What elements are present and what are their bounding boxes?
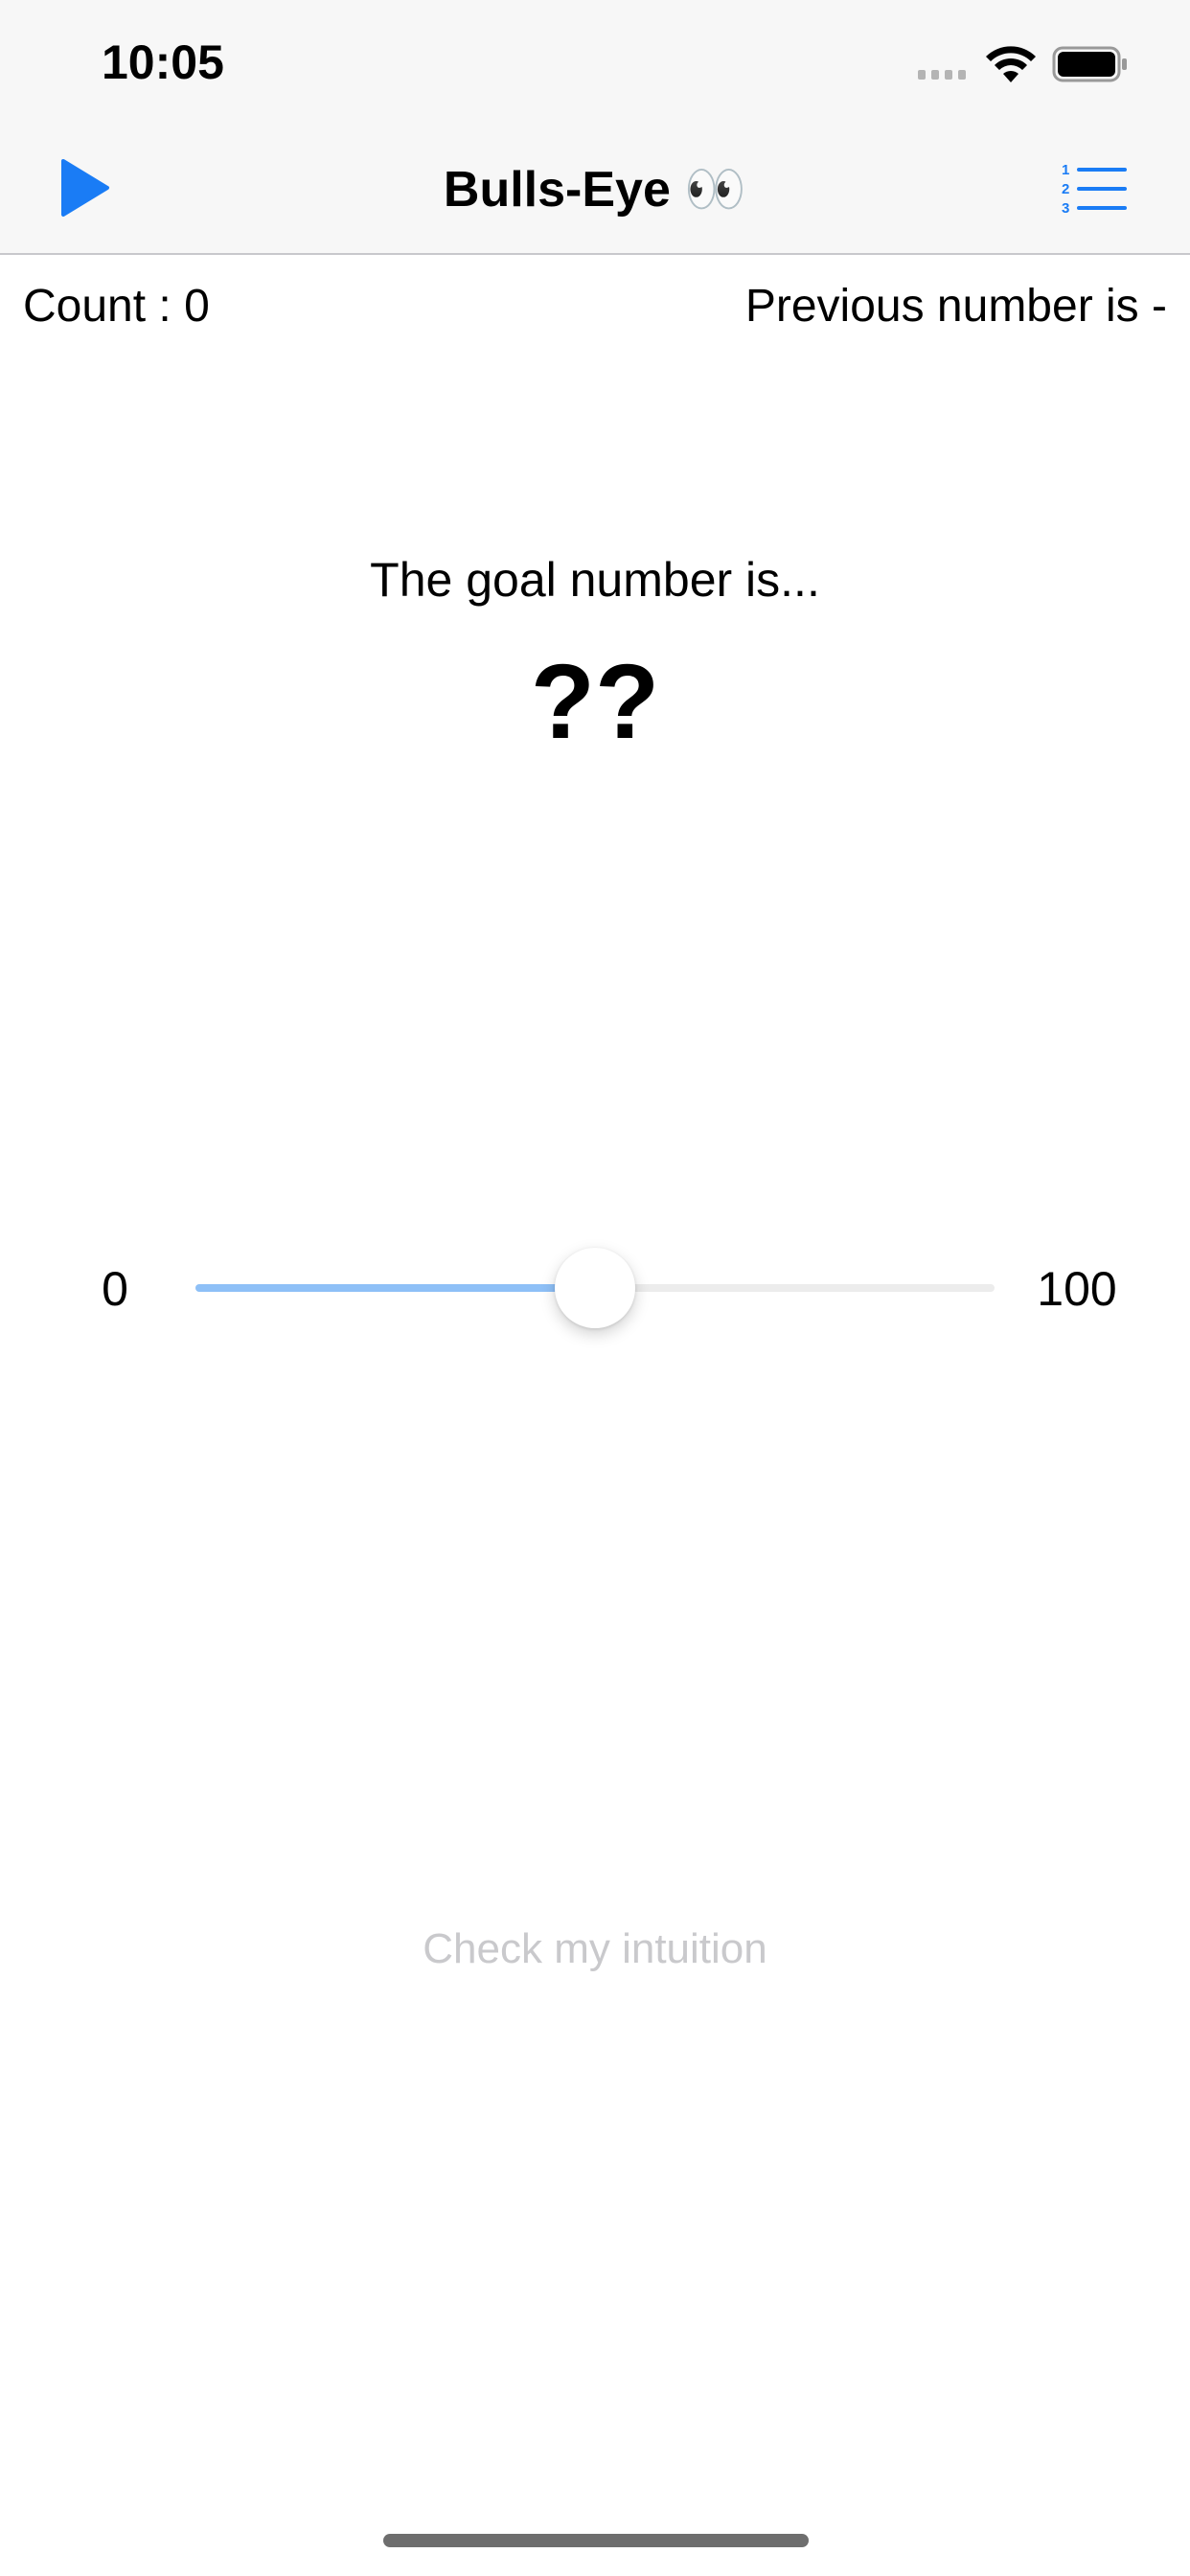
slider-thumb[interactable] <box>555 1248 635 1328</box>
goal-value: ?? <box>530 643 660 761</box>
home-indicator[interactable] <box>383 2534 809 2547</box>
goal-label: The goal number is... <box>370 553 820 607</box>
previous-number-label: Previous number is - <box>744 281 1167 332</box>
status-time: 10:05 <box>102 35 224 89</box>
top-bar: 10:05 Bulls-Eye 👀 1 2 3 <box>0 0 1190 255</box>
svg-text:1: 1 <box>1062 162 1069 178</box>
guess-slider[interactable] <box>195 1248 995 1328</box>
slider-fill <box>195 1284 595 1292</box>
battery-icon <box>1052 46 1127 82</box>
app-screen: 10:05 Bulls-Eye 👀 1 2 3 Count: 0 Previo… <box>0 0 1190 2576</box>
svg-text:2: 2 <box>1062 181 1069 197</box>
svg-text:3: 3 <box>1062 200 1069 217</box>
check-intuition-button[interactable]: Check my intuition <box>0 1920 1190 1978</box>
numbered-list-icon: 1 2 3 <box>1062 162 1127 217</box>
leaderboard-button[interactable]: 1 2 3 <box>1060 159 1129 217</box>
slider-min-label: 0 <box>102 1262 128 1316</box>
nav-title: Bulls-Eye 👀 <box>443 162 747 218</box>
wifi-icon <box>986 46 1036 82</box>
cellular-signal-icon <box>918 70 966 80</box>
count-label: Count : 0 <box>23 281 210 332</box>
slider-max-label: 100 <box>1037 1262 1117 1316</box>
